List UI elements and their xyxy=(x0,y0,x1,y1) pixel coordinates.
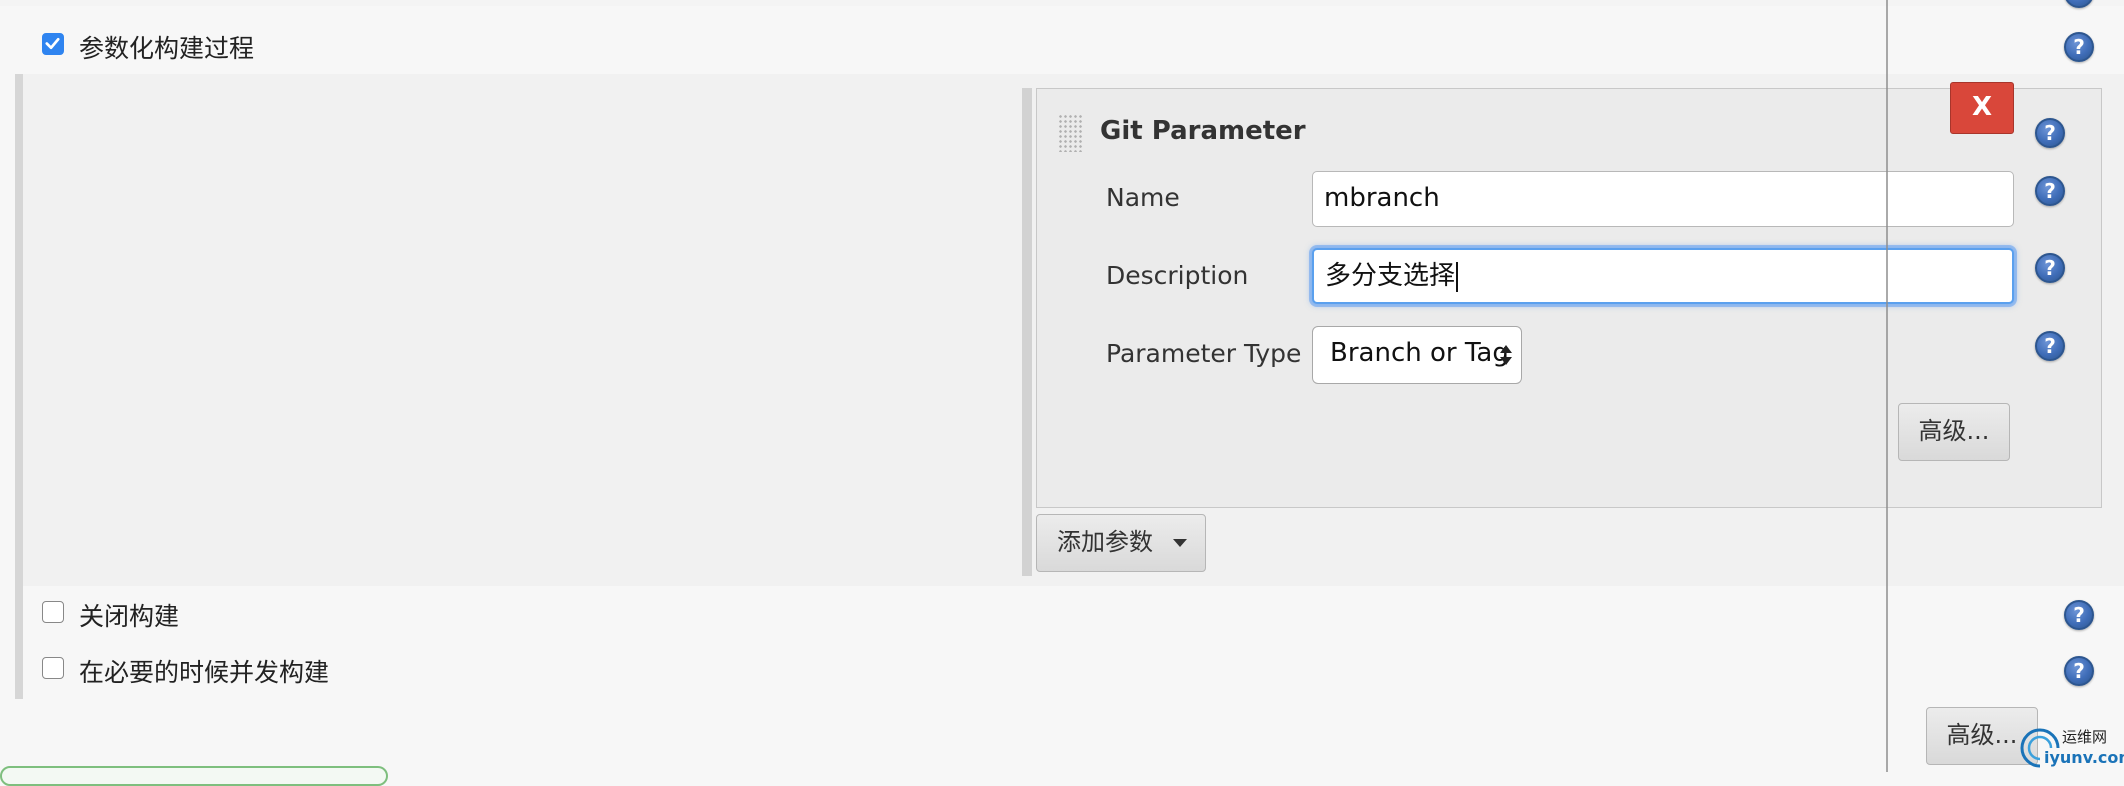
concurrent-build-checkbox[interactable] xyxy=(42,657,64,679)
parameter-type-value: Branch or Tag xyxy=(1330,338,1509,368)
description-input[interactable]: 多分支选择 xyxy=(1312,248,2014,304)
parameter-type-select[interactable]: Branch or Tag xyxy=(1312,326,1522,384)
section-indent-bar xyxy=(15,74,23,699)
git-parameter-title: Git Parameter xyxy=(1100,116,1306,146)
parameter-list-bar xyxy=(1022,88,1032,576)
help-icon-disable-build[interactable]: ? xyxy=(2064,600,2094,630)
top-cut-row xyxy=(0,0,2124,6)
concurrent-build-label: 在必要的时候并发构建 xyxy=(79,658,330,687)
select-arrows-icon xyxy=(1500,345,1512,365)
drag-handle-icon[interactable] xyxy=(1058,114,1084,152)
help-icon-description[interactable]: ? xyxy=(2035,253,2065,283)
watermark-en: iyunv.com xyxy=(2044,748,2124,767)
name-input[interactable]: mbranch xyxy=(1312,171,2014,227)
parameterized-checkbox[interactable] xyxy=(42,33,64,55)
watermark-logo: 运维网 iyunv.com xyxy=(2018,724,2124,772)
help-icon-concurrent-build[interactable]: ? xyxy=(2064,656,2094,686)
name-label: Name xyxy=(1106,183,1180,212)
text-cursor xyxy=(1456,261,1459,292)
add-parameter-label: 添加参数 xyxy=(1057,528,1153,556)
add-parameter-button[interactable]: 添加参数 xyxy=(1036,514,1206,572)
parameter-type-label: Parameter Type xyxy=(1106,339,1302,368)
caret-down-icon xyxy=(1173,539,1187,547)
description-value: 多分支选择 xyxy=(1325,261,1456,291)
delete-parameter-button[interactable]: X xyxy=(1950,82,2014,134)
help-icon-parameter-type[interactable]: ? xyxy=(2035,331,2065,361)
help-icon-git-parameter[interactable]: ? xyxy=(2035,118,2065,148)
parameterized-label: 参数化构建过程 xyxy=(79,34,255,63)
checkmark-icon xyxy=(45,37,60,50)
description-label: Description xyxy=(1106,261,1249,290)
bottom-partial-panel xyxy=(0,766,388,786)
help-icon-name[interactable]: ? xyxy=(2035,176,2065,206)
disable-build-label: 关闭构建 xyxy=(79,602,180,631)
parameter-advanced-button[interactable]: 高级... xyxy=(1898,403,2010,461)
parameterized-row xyxy=(0,18,2124,74)
help-icon-parameterized[interactable]: ? xyxy=(2064,32,2094,62)
watermark-cn: 运维网 xyxy=(2062,728,2108,746)
vertical-divider-line xyxy=(1886,0,1888,772)
disable-build-checkbox[interactable] xyxy=(42,601,64,623)
